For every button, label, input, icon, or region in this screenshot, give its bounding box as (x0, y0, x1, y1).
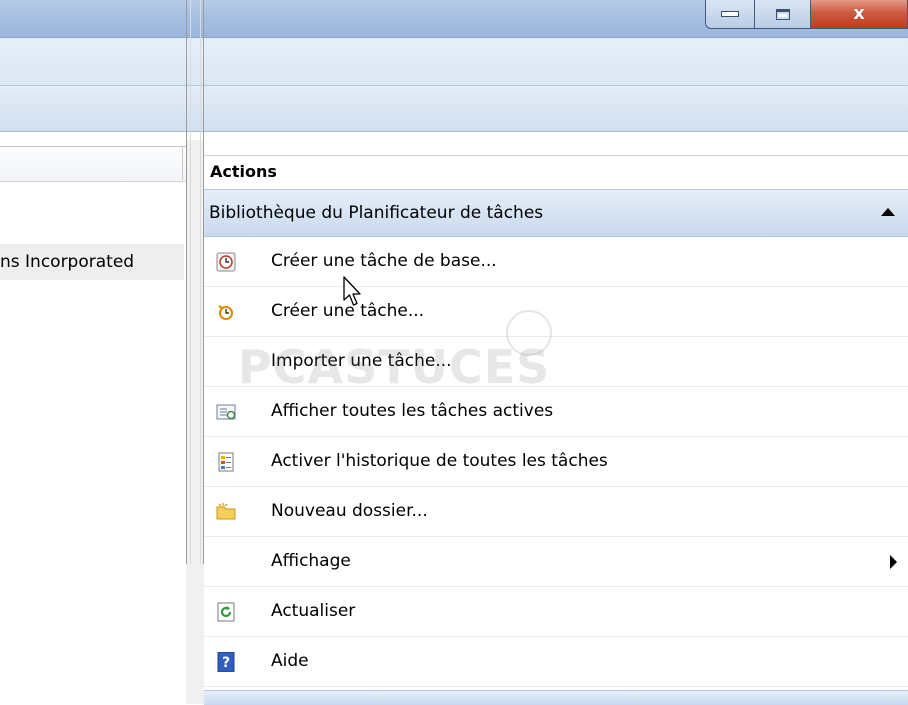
folder-icon (216, 503, 236, 520)
refresh-icon (217, 602, 235, 622)
action-label: Importer une tâche... (271, 351, 452, 371)
maximize-button[interactable] (755, 0, 811, 29)
clock-icon (218, 305, 233, 320)
action-new-folder[interactable]: Nouveau dossier... (204, 487, 908, 537)
action-label: Créer une tâche de base... (271, 251, 497, 271)
action-help[interactable]: ? Aide (204, 637, 908, 687)
action-label: Nouveau dossier... (271, 501, 428, 521)
section-title: Bibliothèque du Planificateur de tâches (209, 203, 544, 223)
action-label: Actualiser (271, 601, 356, 621)
splitter-line (186, 0, 187, 564)
window-controls: x (705, 0, 908, 31)
action-refresh[interactable]: Actualiser (204, 587, 908, 637)
actions-header: Actions (204, 155, 908, 190)
action-label: Affichage (271, 551, 351, 571)
action-label: Activer l'historique de toutes les tâche… (271, 451, 608, 471)
minimize-icon (721, 11, 739, 17)
mouse-cursor-icon (343, 276, 361, 306)
library-section-header[interactable]: Bibliothèque du Planificateur de tâches (204, 189, 908, 237)
toolbar (0, 86, 908, 132)
task-list-pane: ns Incorporated (0, 140, 196, 704)
title-bar[interactable]: x (0, 0, 908, 38)
splitter-line (200, 0, 201, 564)
collapse-arrow-icon[interactable] (881, 208, 895, 216)
table-row[interactable]: ns Incorporated (0, 244, 184, 280)
svg-text:?: ? (222, 655, 230, 671)
pane-splitter[interactable] (186, 140, 204, 704)
column-header[interactable] (0, 146, 186, 182)
maximize-icon (775, 8, 790, 20)
action-show-active-tasks[interactable]: Afficher toutes les tâches actives (204, 387, 908, 437)
selected-item-section-header[interactable] (204, 690, 908, 705)
minimize-button[interactable] (705, 0, 755, 29)
table-cell-author: ns Incorporated (0, 252, 135, 272)
action-import-task[interactable]: Importer une tâche... (204, 337, 908, 387)
action-label: Aide (271, 651, 309, 671)
action-create-basic-task[interactable]: Créer une tâche de base... (204, 237, 908, 287)
actions-title: Actions (210, 162, 277, 181)
clock-task-icon (216, 252, 236, 272)
splitter-line (190, 0, 191, 564)
action-label: Afficher toutes les tâches actives (271, 401, 554, 421)
history-icon (218, 452, 234, 472)
action-enable-history[interactable]: Activer l'historique de toutes les tâche… (204, 437, 908, 487)
action-view-menu[interactable]: Affichage (204, 537, 908, 587)
action-create-task[interactable]: Créer une tâche... (204, 287, 908, 337)
action-list: Créer une tâche de base... Créer une tâc… (204, 237, 908, 687)
close-icon: x (853, 3, 865, 24)
close-button[interactable]: x (811, 0, 908, 29)
column-divider[interactable] (182, 146, 183, 180)
menu-bar (0, 38, 908, 86)
actions-pane: Actions Bibliothèque du Planificateur de… (204, 140, 908, 705)
help-icon: ? (217, 652, 235, 672)
task-list-icon (216, 404, 236, 420)
submenu-arrow-icon (890, 555, 897, 569)
